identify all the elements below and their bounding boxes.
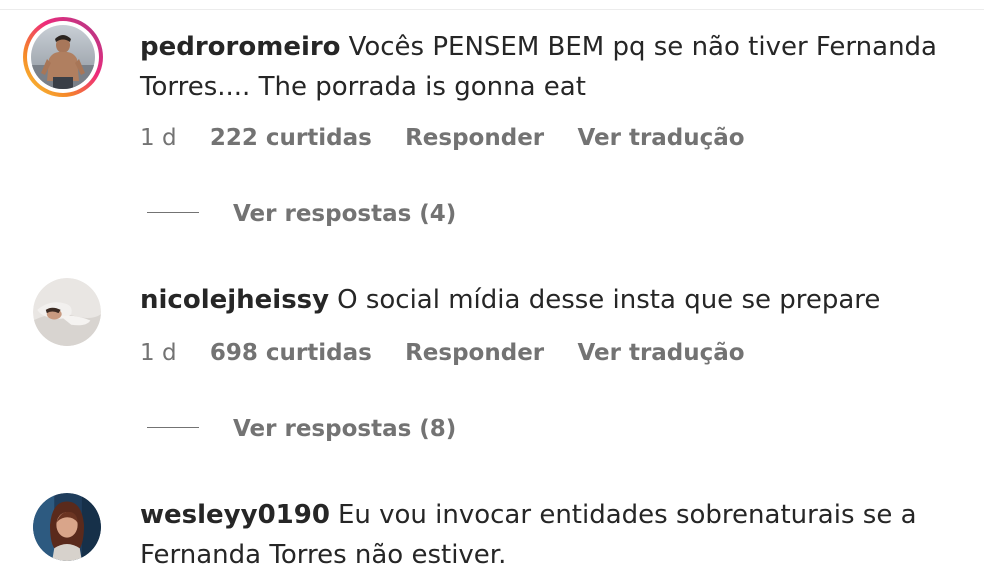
timestamp[interactable]: 1 d [140, 338, 177, 368]
see-translation-button[interactable]: Ver tradução [577, 338, 744, 368]
comment-text: nicolejheissy O social mídia desse insta … [140, 280, 960, 320]
replies-divider-line [147, 427, 199, 428]
replies-divider-line [147, 212, 199, 213]
likes-count[interactable]: 698 curtidas [210, 338, 372, 368]
avatar[interactable] [33, 278, 101, 346]
profile-photo-icon [33, 278, 101, 346]
top-divider [0, 0, 984, 10]
timestamp[interactable]: 1 d [140, 123, 177, 153]
comment-text: wesleyy0190 Eu vou invocar entidades sobr… [140, 495, 960, 575]
profile-photo-icon [33, 493, 101, 561]
profile-photo-icon [31, 25, 95, 89]
see-translation-button[interactable]: Ver tradução [577, 123, 744, 153]
username[interactable]: wesleyy0190 [140, 500, 330, 530]
view-replies-label: Ver respostas (8) [233, 416, 457, 442]
comment-text: pedroromeiro Vocês PENSEM BEM pq se não t… [140, 27, 960, 107]
view-replies-button[interactable]: Ver respostas (4) [147, 199, 456, 229]
view-replies-button[interactable]: Ver respostas (8) [147, 414, 456, 444]
avatar[interactable] [33, 493, 101, 561]
likes-count[interactable]: 222 curtidas [210, 123, 372, 153]
comment-meta: 1 d 222 curtidas Responder Ver tradução [140, 123, 745, 153]
comment-meta: 1 d 698 curtidas Responder Ver tradução [140, 338, 745, 368]
avatar[interactable] [23, 17, 103, 97]
reply-button[interactable]: Responder [405, 123, 544, 153]
reply-button[interactable]: Responder [405, 338, 544, 368]
username[interactable]: pedroromeiro [140, 32, 341, 62]
comment-body: O social mídia desse insta que se prepar… [337, 285, 881, 315]
username[interactable]: nicolejheissy [140, 285, 329, 315]
view-replies-label: Ver respostas (4) [233, 201, 457, 227]
